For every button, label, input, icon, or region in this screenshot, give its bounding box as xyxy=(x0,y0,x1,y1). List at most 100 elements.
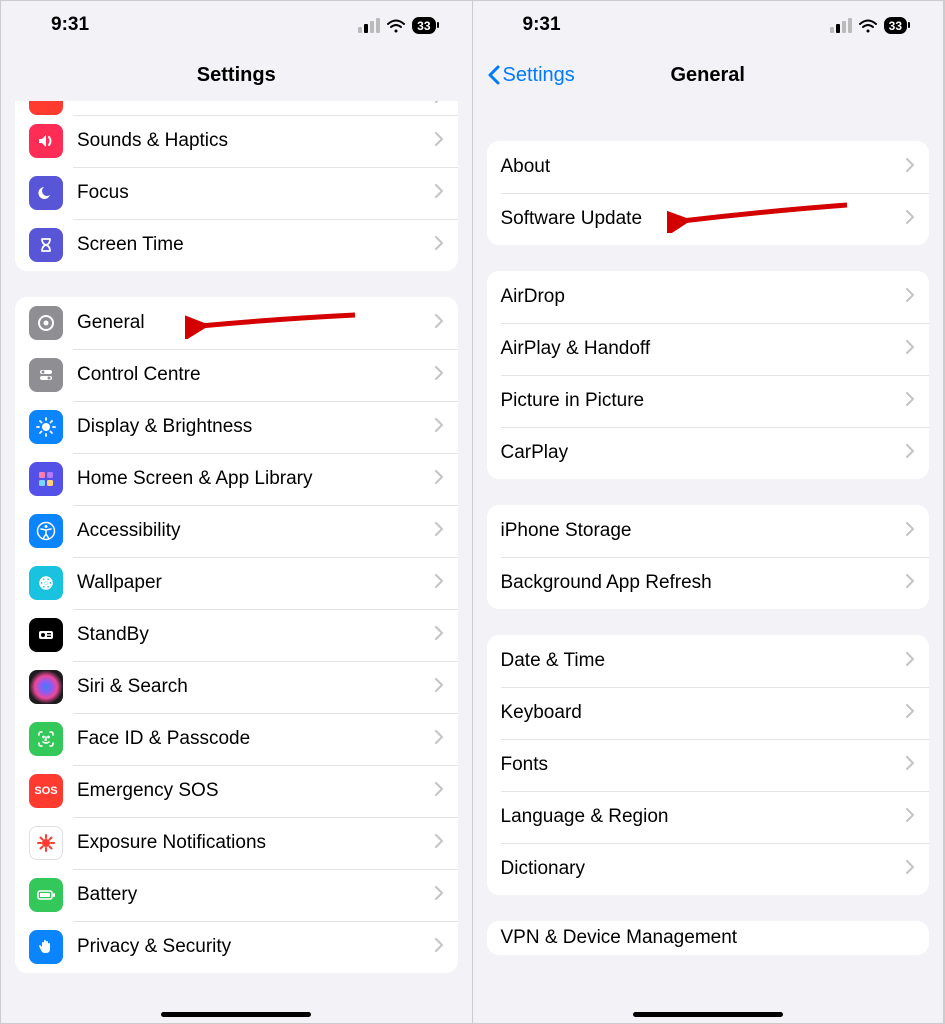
settings-group: General Control Centre Display & Brightn xyxy=(15,297,458,973)
list-item-exposure[interactable]: Exposure Notifications xyxy=(15,817,458,869)
chevron-right-icon xyxy=(434,521,444,542)
list-item-vpn[interactable]: VPN & Device Management xyxy=(487,921,930,955)
list-item-siri[interactable]: Siri & Search xyxy=(15,661,458,713)
settings-group: Date & Time Keyboard Fonts Language & Re… xyxy=(487,635,930,895)
back-button[interactable]: Settings xyxy=(487,64,575,87)
list-item-focus[interactable]: Focus xyxy=(15,167,458,219)
list-item-privacy[interactable]: Privacy & Security xyxy=(15,921,458,973)
list-item-about[interactable]: About xyxy=(487,141,930,193)
list-item-label: Date & Time xyxy=(501,650,906,672)
chevron-right-icon xyxy=(905,859,915,880)
status-bar: 9:31 33 xyxy=(1,1,472,49)
list-item-label: Dictionary xyxy=(501,858,906,880)
list-item-software-update[interactable]: Software Update xyxy=(487,193,930,245)
list-item-keyboard[interactable]: Keyboard xyxy=(487,687,930,739)
back-label: Settings xyxy=(503,64,575,87)
list-item[interactable] xyxy=(15,101,458,115)
chevron-right-icon xyxy=(905,573,915,594)
list-item-label: Screen Time xyxy=(77,234,434,256)
chevron-right-icon xyxy=(434,235,444,256)
list-item-wallpaper[interactable]: Wallpaper xyxy=(15,557,458,609)
status-time: 9:31 xyxy=(51,14,89,36)
moon-icon xyxy=(29,176,63,210)
settings-group: VPN & Device Management xyxy=(487,921,930,955)
chevron-right-icon xyxy=(905,339,915,360)
settings-list[interactable]: Sounds & Haptics Focus Screen Time xyxy=(1,101,472,1023)
chevron-right-icon xyxy=(434,833,444,854)
list-item-control-centre[interactable]: Control Centre xyxy=(15,349,458,401)
list-item-dictionary[interactable]: Dictionary xyxy=(487,843,930,895)
list-item-screentime[interactable]: Screen Time xyxy=(15,219,458,271)
list-item-sos[interactable]: SOS Emergency SOS xyxy=(15,765,458,817)
list-item-label: Picture in Picture xyxy=(501,390,906,412)
general-list[interactable]: About Software Update AirDrop AirPlay & … xyxy=(473,101,944,1023)
chevron-right-icon xyxy=(905,157,915,178)
battery-icon: 33 xyxy=(884,17,907,34)
list-item-homescreen[interactable]: Home Screen & App Library xyxy=(15,453,458,505)
list-item-airdrop[interactable]: AirDrop xyxy=(487,271,930,323)
list-item-airplay[interactable]: AirPlay & Handoff xyxy=(487,323,930,375)
virus-icon xyxy=(29,826,63,860)
status-bar: 9:31 33 xyxy=(473,1,944,49)
gear-icon xyxy=(29,306,63,340)
page-title: Settings xyxy=(197,64,276,87)
list-item-fonts[interactable]: Fonts xyxy=(487,739,930,791)
list-item-label: Software Update xyxy=(501,208,906,230)
list-item-accessibility[interactable]: Accessibility xyxy=(15,505,458,557)
wifi-icon xyxy=(386,18,406,33)
settings-group: iPhone Storage Background App Refresh xyxy=(487,505,930,609)
list-item-pip[interactable]: Picture in Picture xyxy=(487,375,930,427)
chevron-right-icon xyxy=(434,677,444,698)
chevron-right-icon xyxy=(434,469,444,490)
hourglass-icon xyxy=(29,228,63,262)
settings-screen: 9:31 33 Settings Sounds xyxy=(1,1,473,1023)
list-item-standby[interactable]: StandBy xyxy=(15,609,458,661)
list-item-label: Fonts xyxy=(501,754,906,776)
chevron-right-icon xyxy=(434,781,444,802)
list-item-language[interactable]: Language & Region xyxy=(487,791,930,843)
list-item-bgrefresh[interactable]: Background App Refresh xyxy=(487,557,930,609)
chevron-right-icon xyxy=(905,807,915,828)
siri-icon xyxy=(29,670,63,704)
list-item-label: StandBy xyxy=(77,624,434,646)
chevron-right-icon xyxy=(905,521,915,542)
list-item-label: Control Centre xyxy=(77,364,434,386)
status-icons: 33 xyxy=(830,17,907,34)
list-item-label: Language & Region xyxy=(501,806,906,828)
chevron-right-icon xyxy=(905,755,915,776)
controls-icon xyxy=(29,358,63,392)
list-item-label: Face ID & Passcode xyxy=(77,728,434,750)
chevron-right-icon xyxy=(434,937,444,958)
list-item-label: Background App Refresh xyxy=(501,572,906,594)
chevron-right-icon xyxy=(905,391,915,412)
list-item-carplay[interactable]: CarPlay xyxy=(487,427,930,479)
list-item-battery[interactable]: Battery xyxy=(15,869,458,921)
settings-group: AirDrop AirPlay & Handoff Picture in Pic… xyxy=(487,271,930,479)
home-indicator[interactable] xyxy=(633,1012,783,1017)
bell-icon xyxy=(29,101,63,115)
list-item-label: Accessibility xyxy=(77,520,434,542)
list-item-display[interactable]: Display & Brightness xyxy=(15,401,458,453)
list-item-general[interactable]: General xyxy=(15,297,458,349)
navbar: Settings xyxy=(1,49,472,101)
chevron-right-icon xyxy=(434,131,444,152)
chevron-right-icon xyxy=(434,101,444,109)
apps-icon xyxy=(29,462,63,496)
list-item-label: Sounds & Haptics xyxy=(77,130,434,152)
list-item-datetime[interactable]: Date & Time xyxy=(487,635,930,687)
page-title: General xyxy=(671,64,745,87)
list-item-sounds[interactable]: Sounds & Haptics xyxy=(15,115,458,167)
battery-icon xyxy=(29,878,63,912)
home-indicator[interactable] xyxy=(161,1012,311,1017)
list-item-faceid[interactable]: Face ID & Passcode xyxy=(15,713,458,765)
list-item-label: Home Screen & App Library xyxy=(77,468,434,490)
settings-group: About Software Update xyxy=(487,141,930,245)
wallpaper-icon xyxy=(29,566,63,600)
list-item-label: Battery xyxy=(77,884,434,906)
list-item-label: Keyboard xyxy=(501,702,906,724)
standby-icon xyxy=(29,618,63,652)
wifi-icon xyxy=(858,18,878,33)
list-item-label: Siri & Search xyxy=(77,676,434,698)
list-item-storage[interactable]: iPhone Storage xyxy=(487,505,930,557)
faceid-icon xyxy=(29,722,63,756)
